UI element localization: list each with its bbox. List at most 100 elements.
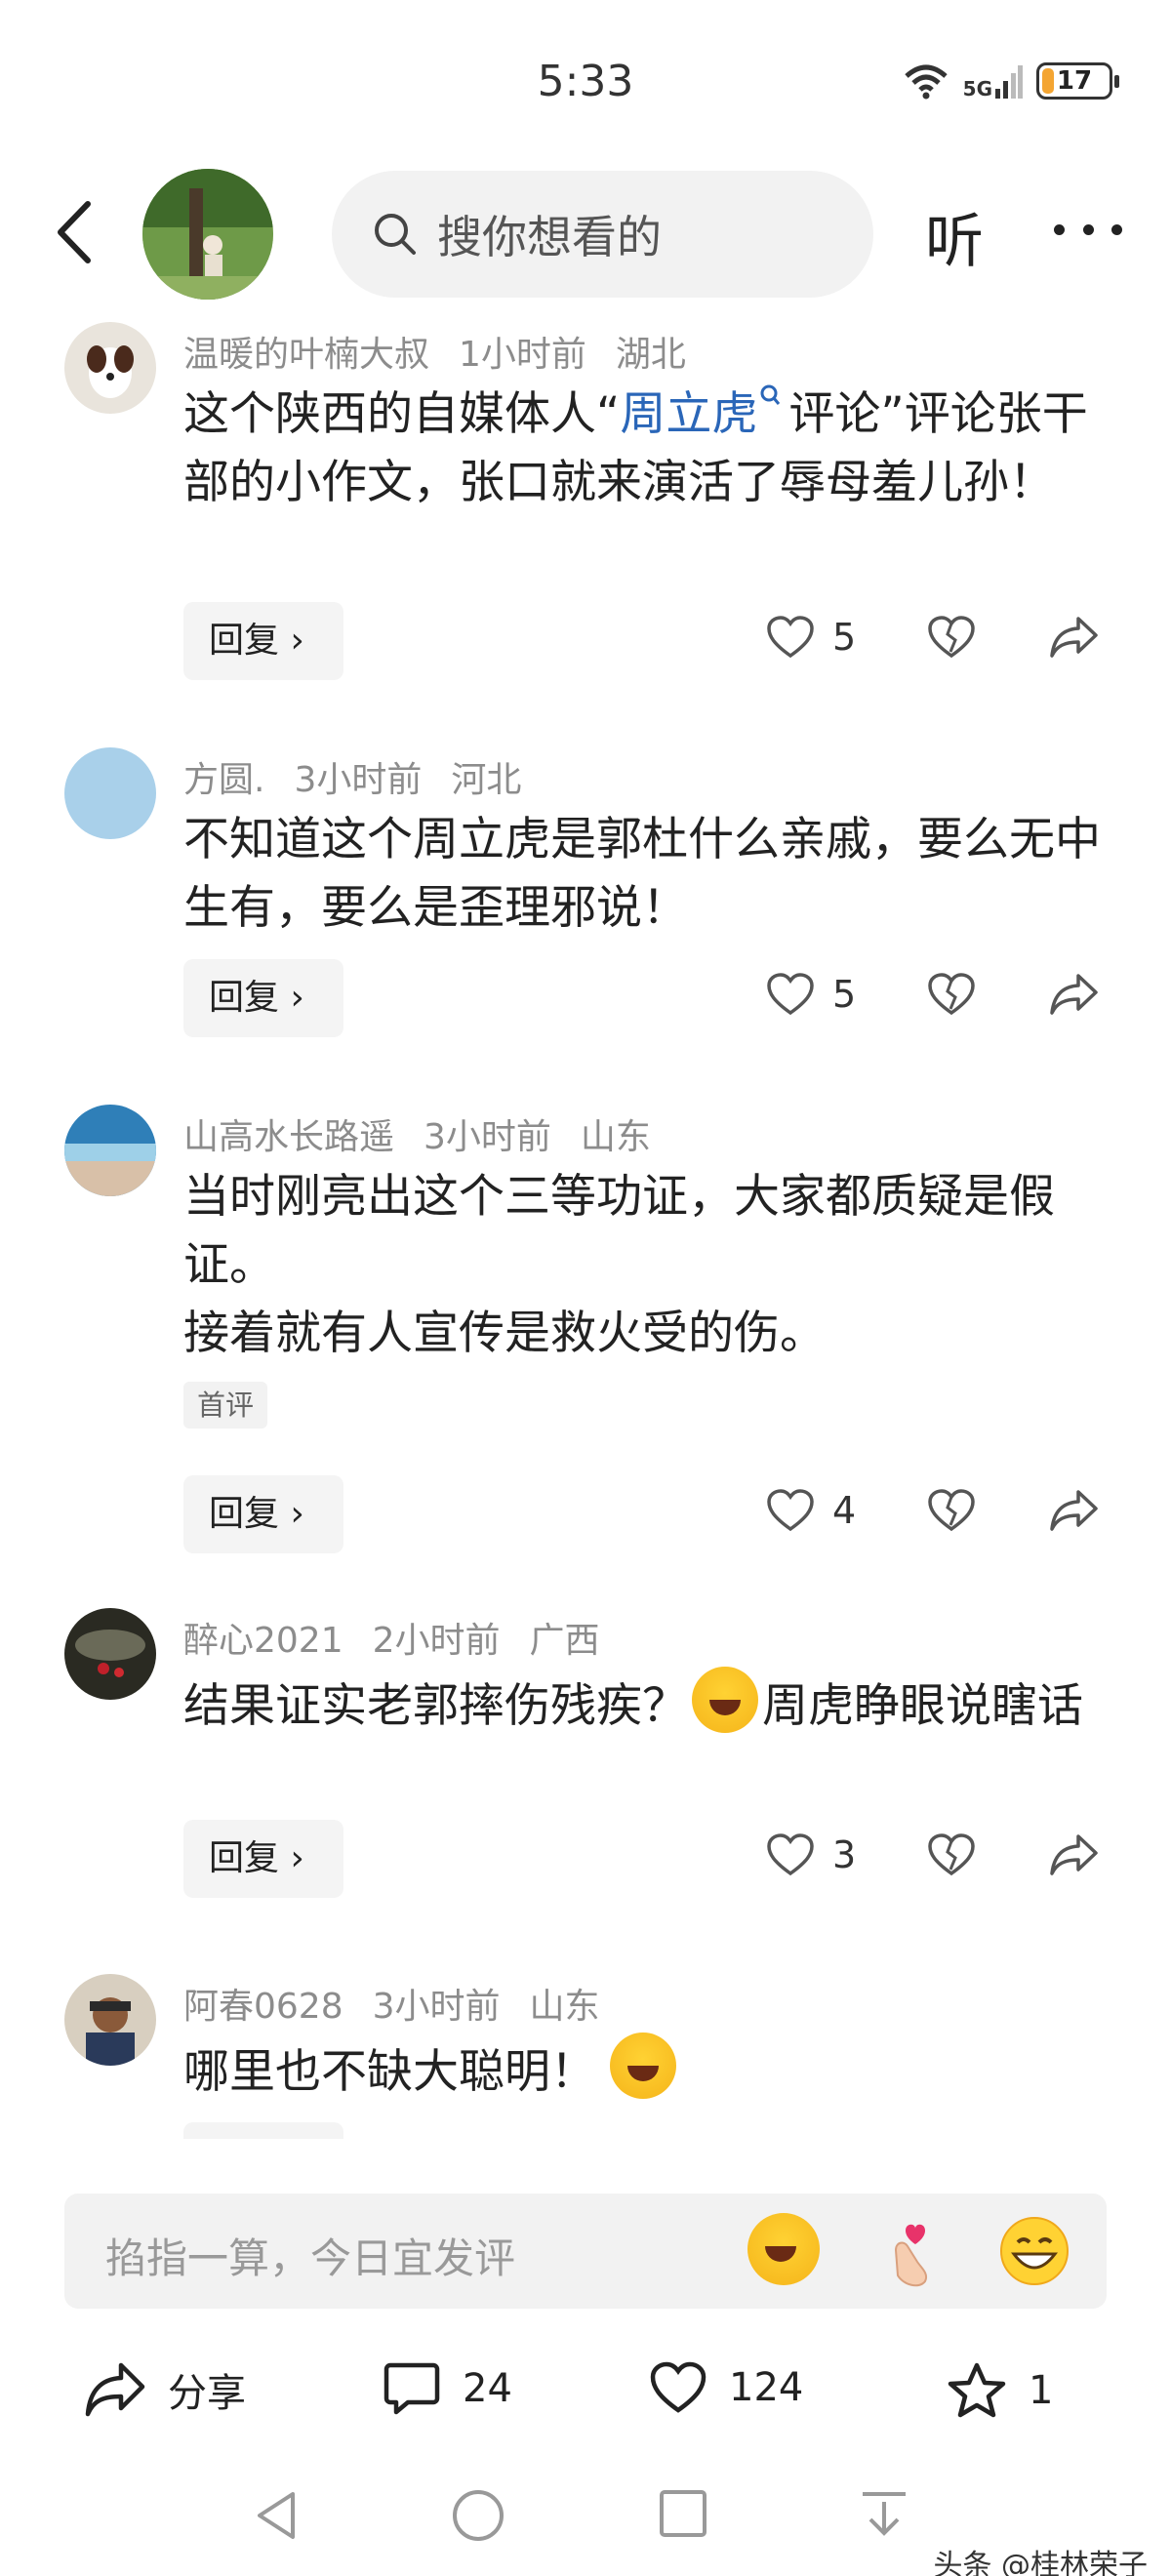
more-icon-dot <box>1111 223 1122 235</box>
share-icon[interactable] <box>1049 1832 1100 1877</box>
comment-text: 哪里也不缺大聪明！ <box>183 2033 1101 2107</box>
comment-meta: 醉心2021 2小时前 广西 <box>183 1612 629 1663</box>
commenter-name[interactable]: 温暖的叶楠大叔 <box>183 335 429 375</box>
comment-icon <box>384 2362 440 2415</box>
reply-button[interactable]: 回复 › <box>183 1475 343 1553</box>
like-count: 5 <box>832 616 857 659</box>
comment-location: 河北 <box>451 760 522 800</box>
laugh-cry-emoji[interactable] <box>747 2213 820 2285</box>
like-button[interactable]: 124 <box>649 2361 803 2414</box>
avatar-image <box>64 1608 156 1700</box>
comment-time: 3小时前 <box>294 760 423 800</box>
commenter-avatar[interactable] <box>64 1608 156 1700</box>
comment-location: 湖北 <box>615 335 686 375</box>
nav-home-icon[interactable] <box>451 2488 505 2543</box>
share-icon[interactable] <box>1049 615 1100 660</box>
reply-button[interactable]: 回复 › <box>183 959 343 1037</box>
back-button[interactable] <box>47 198 105 266</box>
share-icon[interactable] <box>1049 1488 1100 1533</box>
heart-icon <box>767 1833 814 1876</box>
nav-recents-icon[interactable] <box>658 2488 708 2539</box>
comment-location: 山东 <box>529 1987 600 2027</box>
commenter-name[interactable]: 阿春0628 <box>183 1987 343 2027</box>
like-button[interactable]: 5 <box>766 615 856 660</box>
network-type: 5G <box>962 77 992 101</box>
laugh-cry-emoji <box>692 1667 758 1733</box>
battery-fill <box>1042 68 1055 94</box>
comment-input[interactable]: 掐指一算，今日宜发评 <box>64 2194 1107 2309</box>
heart-icon <box>650 2361 707 2413</box>
comment-text-part: 结果证实老郭摔伤残疾？ <box>183 1679 688 1733</box>
comment-time: 1小时前 <box>459 335 586 375</box>
wifi-icon <box>904 64 948 100</box>
comments-button[interactable]: 24 <box>383 2361 512 2416</box>
avatar-image <box>142 169 273 300</box>
avatar-image <box>64 322 156 414</box>
battery-level: 17 <box>1056 66 1093 96</box>
like-button[interactable]: 3 <box>766 1832 856 1877</box>
share-icon <box>85 2362 145 2417</box>
broken-heart-icon[interactable] <box>927 615 976 660</box>
finger-heart-emoji[interactable] <box>874 2213 950 2289</box>
status-bar: 5:33 5G 17 <box>0 0 1171 156</box>
commenter-name[interactable]: 山高水长路遥 <box>183 1117 394 1157</box>
commenter-avatar[interactable] <box>64 1105 156 1196</box>
comments-count: 24 <box>463 2366 512 2411</box>
comment-text: 当时刚亮出这个三等功证，大家都质疑是假证。 接着就有人宣传是救火受的伤。 <box>183 1163 1101 1368</box>
share-button[interactable]: 分享 <box>84 2361 246 2418</box>
reply-button[interactable]: 回复 › <box>183 1820 343 1898</box>
comment-input-placeholder: 掐指一算，今日宜发评 <box>105 2234 516 2282</box>
like-button[interactable]: 4 <box>766 1488 856 1533</box>
comment-location: 广西 <box>529 1621 600 1661</box>
star-icon <box>948 2362 1006 2418</box>
share-label: 分享 <box>168 2371 246 2416</box>
like-count: 4 <box>832 1489 857 1532</box>
like-button[interactable]: 5 <box>766 972 856 1017</box>
comment-text-part: 周虎睁眼说瞎话 <box>762 1679 1083 1733</box>
favorites-count: 1 <box>1029 2368 1054 2413</box>
commenter-name[interactable]: 方圆. <box>183 760 264 800</box>
search-icon <box>375 214 416 255</box>
comment-text-line: 当时刚亮出这个三等功证，大家都质疑是假证。 <box>183 1170 1055 1292</box>
comment-text: 这个陕西的自媒体人“周立虎 评论”评论张干部的小作文，张口就来演活了辱母羞儿孙！ <box>183 381 1101 517</box>
commenter-avatar[interactable] <box>64 747 156 839</box>
search-link[interactable]: 周立虎 <box>620 387 757 441</box>
signal-icon <box>995 65 1023 99</box>
bottom-action-bar: 分享 24 124 1 <box>0 2332 1171 2449</box>
status-icons: 5G 17 <box>903 62 1119 100</box>
listen-button[interactable]: 听 <box>925 194 984 279</box>
likes-count: 124 <box>729 2365 804 2410</box>
broken-heart-icon[interactable] <box>927 972 976 1017</box>
comment-meta: 方圆. 3小时前 河北 <box>183 751 550 802</box>
watermark: 头条 @桂林荣子 <box>933 2549 1148 2576</box>
nav-dropdown-icon[interactable] <box>859 2488 909 2543</box>
comment-text-line: 接着就有人宣传是救火受的伤。 <box>183 1307 826 1360</box>
grin-emoji[interactable] <box>996 2213 1072 2289</box>
more-button[interactable] <box>1054 200 1122 259</box>
nav-back-icon[interactable] <box>252 2488 301 2543</box>
comment-meta: 阿春0628 3小时前 山东 <box>183 1978 629 2029</box>
commenter-avatar[interactable] <box>64 322 156 414</box>
comment-location: 山东 <box>580 1117 651 1157</box>
heart-icon <box>767 973 814 1016</box>
comment-list: 温暖的叶楠大叔 1小时前 湖北 这个陕西的自媒体人“周立虎 评论”评论张干部的小作文，… <box>0 304 1171 2139</box>
search-box[interactable]: 搜你想看的 <box>332 171 873 298</box>
commenter-avatar[interactable] <box>64 1974 156 2066</box>
heart-icon <box>767 616 814 659</box>
first-comment-badge: 首评 <box>183 1382 268 1429</box>
reply-button[interactable]: 回复 › <box>183 602 343 680</box>
broken-heart-icon[interactable] <box>927 1488 976 1533</box>
battery-icon: 17 <box>1036 62 1119 100</box>
favorite-button[interactable]: 1 <box>947 2361 1053 2420</box>
heart-icon <box>767 1489 814 1532</box>
more-icon <box>1054 223 1065 235</box>
commenter-name[interactable]: 醉心2021 <box>183 1621 343 1661</box>
broken-heart-icon[interactable] <box>927 1832 976 1877</box>
reply-button[interactable] <box>183 2122 343 2139</box>
comment-text: 结果证实老郭摔伤残疾？ 周虎睁眼说瞎话 <box>183 1667 1101 1741</box>
share-icon[interactable] <box>1049 972 1100 1017</box>
avatar-image <box>64 1974 156 2066</box>
search-placeholder: 搜你想看的 <box>437 211 662 263</box>
author-avatar[interactable] <box>142 169 273 300</box>
network-indicator: 5G <box>963 63 1023 99</box>
